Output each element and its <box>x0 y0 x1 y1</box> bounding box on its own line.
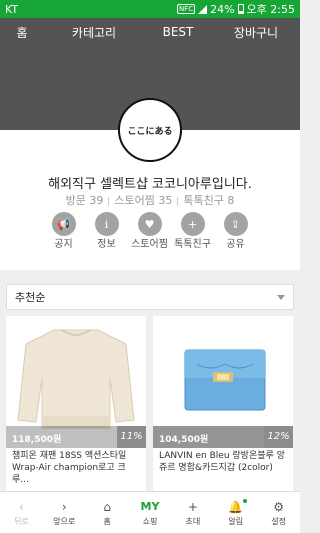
store-bookmark-label: 스토어찜 <box>131 239 168 250</box>
forward-icon: › <box>61 499 67 514</box>
info-icon: i <box>94 212 119 236</box>
store-name: 해외직구 셀렉트샵 코코니아루입니다. <box>48 177 252 192</box>
settings-button[interactable]: ⚙ 설정 <box>257 492 300 533</box>
nfc-icon: NFC <box>176 4 196 14</box>
store-stats: 방문 39 스토어찜 35 톡톡친구 8 <box>0 192 300 208</box>
my-icon: MY <box>140 499 160 513</box>
forward-label: 앞으로 <box>53 516 76 526</box>
stat-visits: 방문 39 <box>65 194 104 207</box>
stat-friends: 톡톡친구 8 <box>183 194 235 207</box>
battery-percent: 24% <box>210 2 235 16</box>
talk-friend-label: 톡톡친구 <box>174 239 211 250</box>
notification-button[interactable]: 🔔 알림 <box>214 492 257 533</box>
back-button[interactable]: ‹ 뒤로 <box>0 492 43 533</box>
info-label: 정보 <box>97 239 116 250</box>
bell-glyph: 🔔 <box>228 499 244 514</box>
chat-add-icon: + <box>180 212 205 236</box>
sort-selected-label: 추천순 <box>15 291 46 304</box>
product-card[interactable]: 118,500원 11% 챔피온 재팬 18SS 액션스타일 Wrap-Air … <box>6 316 146 492</box>
back-label: 뒤로 <box>14 516 29 526</box>
product-title: LANVIN en Bleu 랑방온블루 앙쥬르 명함&카드지갑 (2color… <box>159 451 285 473</box>
notification-label: 알림 <box>228 516 244 526</box>
my-shopping-button[interactable]: MY 쇼핑 <box>129 492 172 533</box>
stat-bookmarks: 스토어찜 35 <box>114 194 173 207</box>
product-price: 118,500원 <box>6 426 117 448</box>
share-label: 공유 <box>226 239 245 250</box>
bell-icon: 🔔 <box>228 498 248 515</box>
stat-divider <box>177 196 179 206</box>
sort-select[interactable]: 추천순 <box>6 284 294 310</box>
invite-icon: + <box>187 499 198 514</box>
megaphone-icon: 📢 <box>51 212 76 236</box>
store-actions: 📢 공지 i 정보 ♥ 스토어찜 + 톡톡친구 ⇪ 공유 <box>42 212 257 250</box>
notice-button[interactable]: 📢 공지 <box>42 212 85 250</box>
price-row: 104,500원 12% <box>153 426 293 448</box>
product-image <box>6 316 146 436</box>
stat-divider <box>108 196 110 206</box>
gear-icon: ⚙ <box>273 499 284 514</box>
product-image <box>153 316 293 436</box>
product-price: 104,500원 <box>153 426 264 448</box>
notice-label: 공지 <box>54 239 73 250</box>
invite-button[interactable]: + 초대 <box>171 492 214 533</box>
forward-button[interactable]: › 앞으로 <box>43 492 86 533</box>
product-title: 챔피온 재팬 18SS 액션스타일 Wrap-Air champion로고 크루… <box>12 451 127 485</box>
battery-icon <box>237 4 244 14</box>
status-bar: KT NFC 24% 오후 2:55 <box>0 0 300 18</box>
tab-cart[interactable]: 장바구니 <box>212 24 300 41</box>
home-button[interactable]: ⌂ 홈 <box>86 492 129 533</box>
back-icon: ‹ <box>19 499 24 514</box>
home-icon: ⌂ <box>103 499 111 514</box>
discount-badge: 12% <box>264 426 293 448</box>
share-icon: ⇪ <box>223 212 248 236</box>
tab-home[interactable]: 홈 <box>0 24 44 41</box>
signal-icon <box>198 4 208 14</box>
sweatshirt-image <box>6 316 146 436</box>
invite-label: 초대 <box>185 516 201 526</box>
chevron-down-icon <box>277 294 285 300</box>
tab-category[interactable]: 카테고리 <box>44 24 144 41</box>
discount-badge: 11% <box>117 426 146 448</box>
top-nav: 홈 카테고리 BEST 장바구니 <box>0 18 300 46</box>
home-label: 홈 <box>103 516 111 526</box>
share-button[interactable]: ⇪ 공유 <box>214 212 257 250</box>
store-bookmark-icon: ♥ <box>137 212 162 236</box>
store-bookmark-button[interactable]: ♥ 스토어찜 <box>128 212 171 250</box>
price-row: 118,500원 11% <box>6 426 146 448</box>
my-shopping-label: 쇼핑 <box>142 516 158 526</box>
info-button[interactable]: i 정보 <box>85 212 128 250</box>
carrier-label: KT <box>5 2 19 16</box>
tab-best[interactable]: BEST <box>144 25 212 39</box>
bottom-nav: ‹ 뒤로 › 앞으로 ⌂ 홈 MY 쇼핑 + 초대 🔔 알림 ⚙ 설정 <box>0 491 300 533</box>
product-card[interactable]: 104,500원 12% LANVIN en Bleu 랑방온블루 앙쥬르 명함… <box>153 316 293 492</box>
settings-label: 설정 <box>271 516 286 526</box>
clock: 오후 2:55 <box>246 3 295 16</box>
status-indicators: NFC 24% 오후 2:55 <box>176 1 295 17</box>
wallet-image <box>153 316 293 436</box>
store-logo[interactable]: ここにある <box>118 98 182 162</box>
notification-dot <box>243 498 248 503</box>
talk-friend-button[interactable]: + 톡톡친구 <box>171 212 214 250</box>
